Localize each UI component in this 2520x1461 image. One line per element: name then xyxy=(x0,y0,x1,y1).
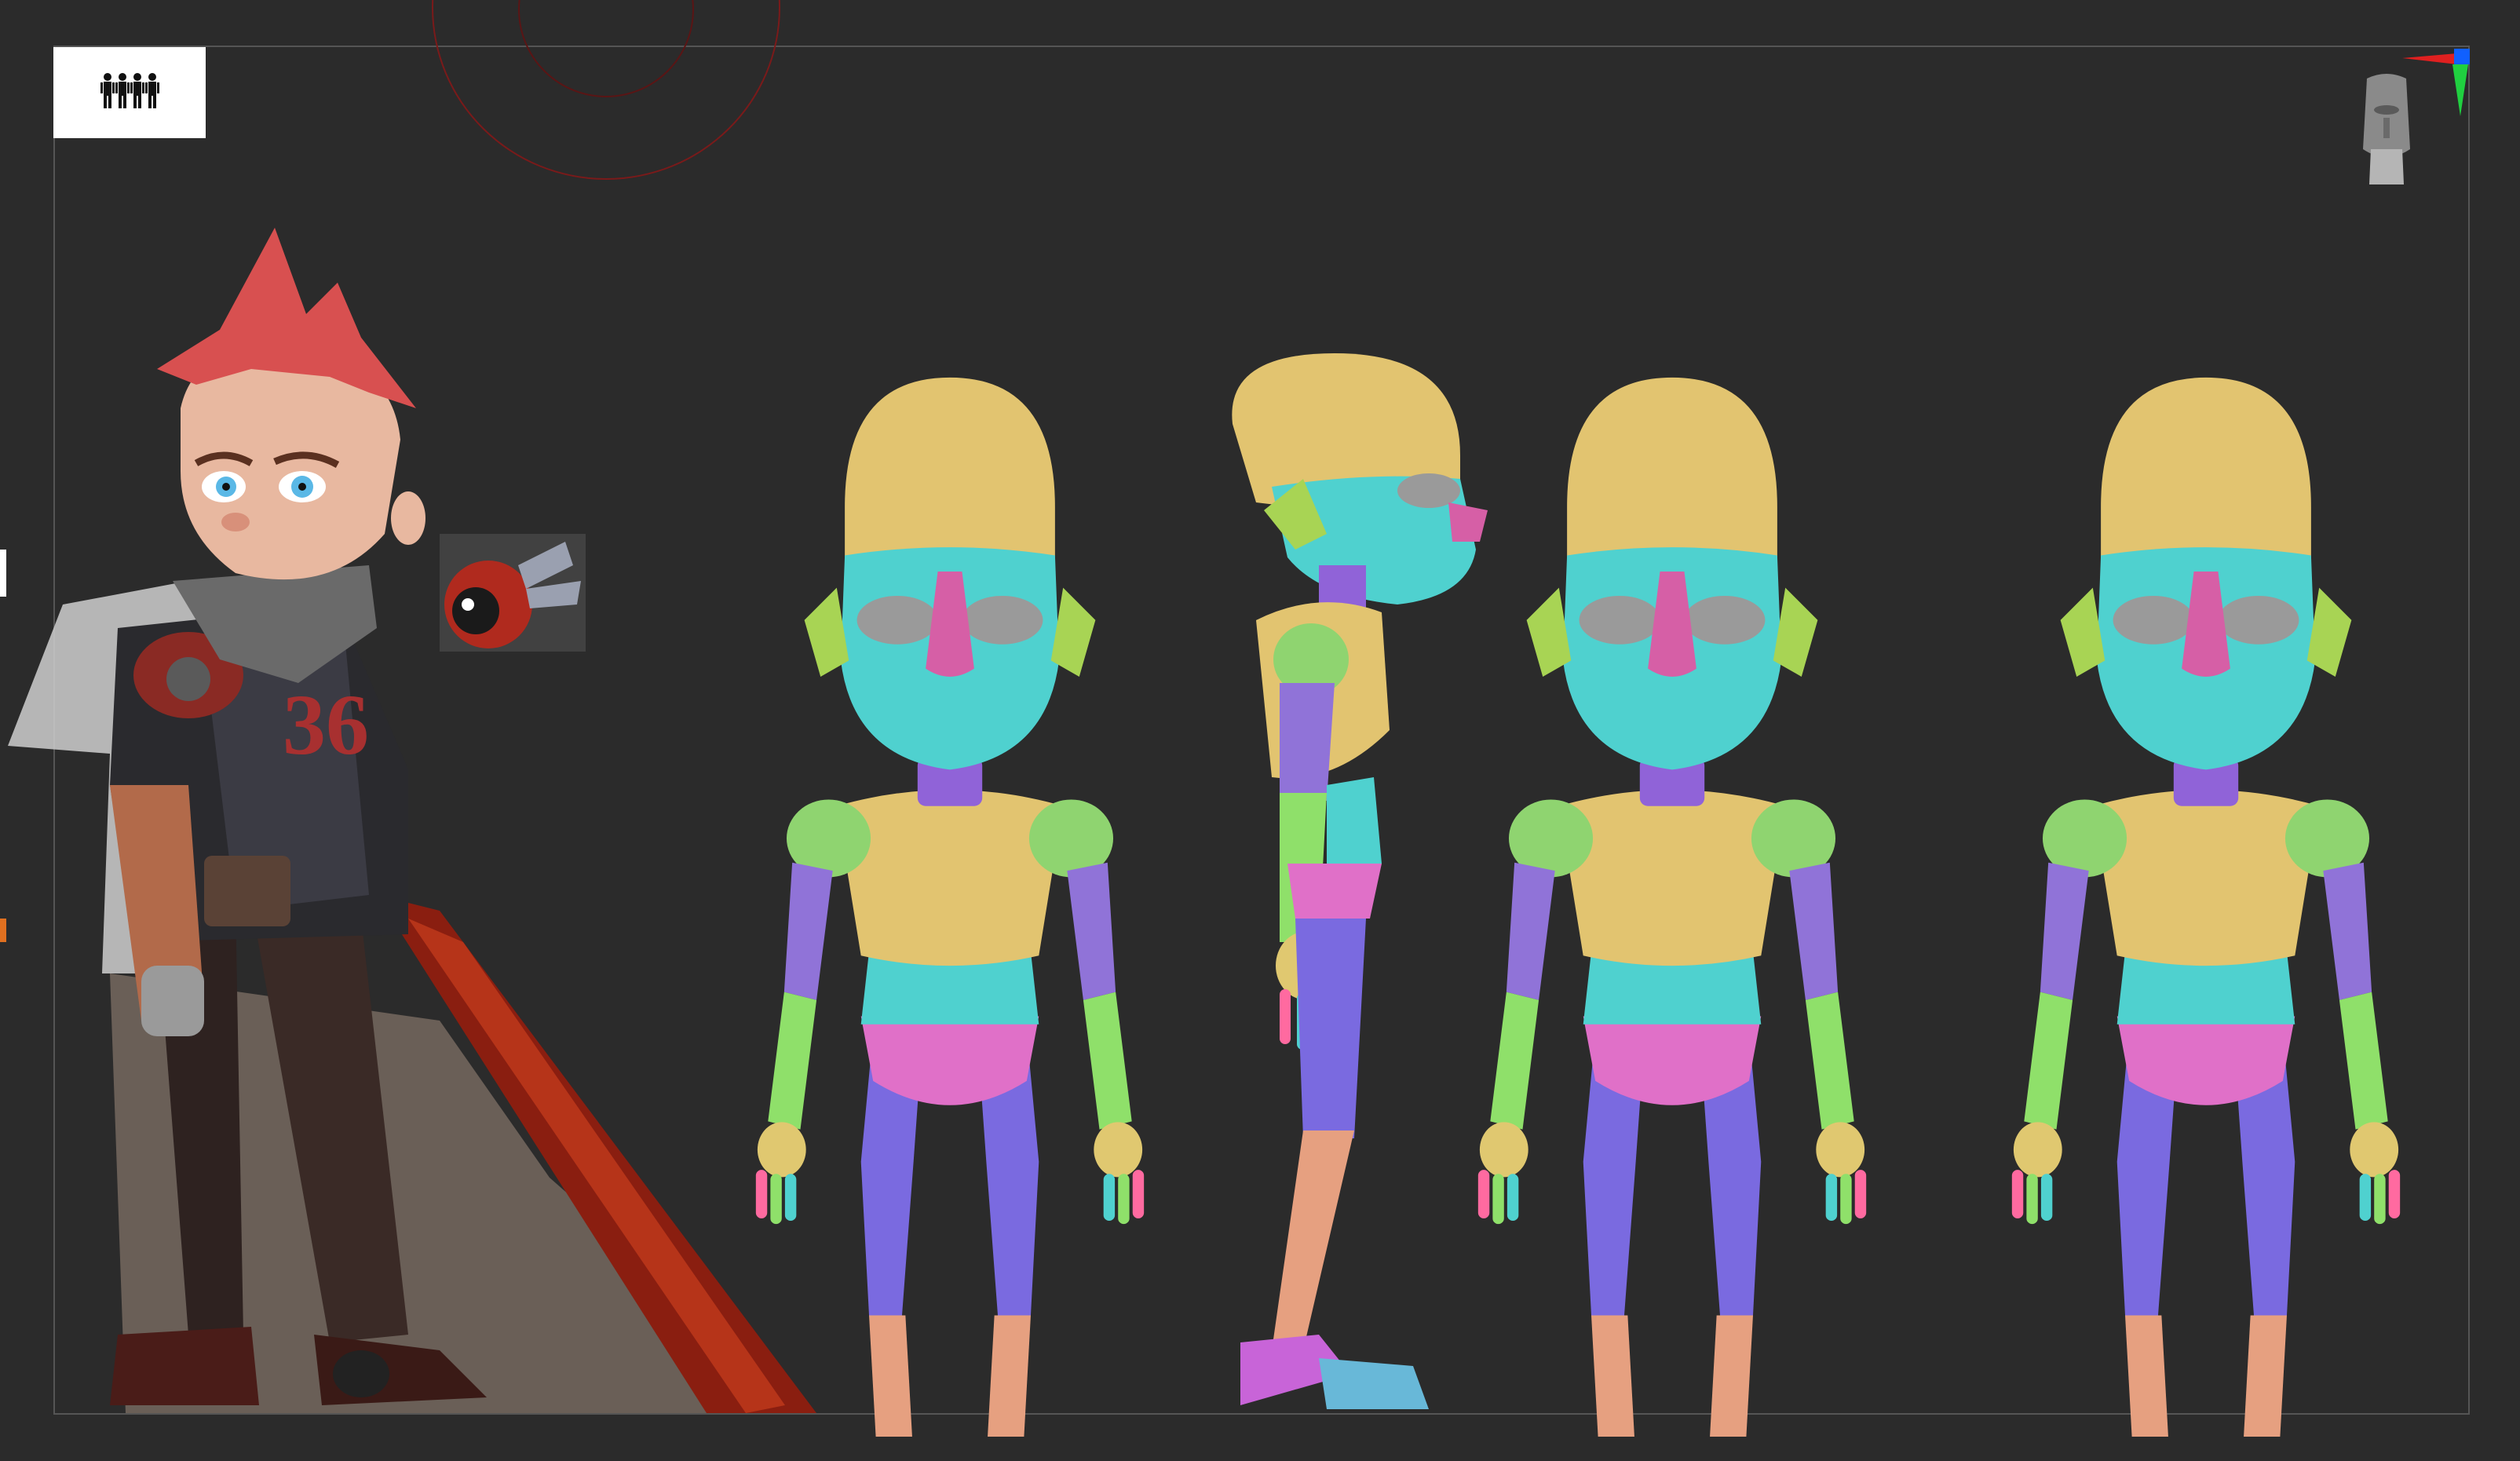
model-back-view[interactable] xyxy=(1477,377,1867,1461)
model-side-view[interactable] xyxy=(1232,353,1488,1409)
axis-gizmo xyxy=(2402,49,2470,116)
scene-canvas: 36 xyxy=(8,49,2470,1461)
model-three-quarter-view[interactable] xyxy=(2011,377,2401,1461)
character-concept-sketch: 36 xyxy=(8,228,816,1413)
model-front-view[interactable] xyxy=(755,377,1145,1461)
drone-concept-sketch xyxy=(440,534,586,652)
head-gizmo-icon[interactable] xyxy=(2363,74,2410,184)
jacket-number: 36 xyxy=(283,677,369,773)
